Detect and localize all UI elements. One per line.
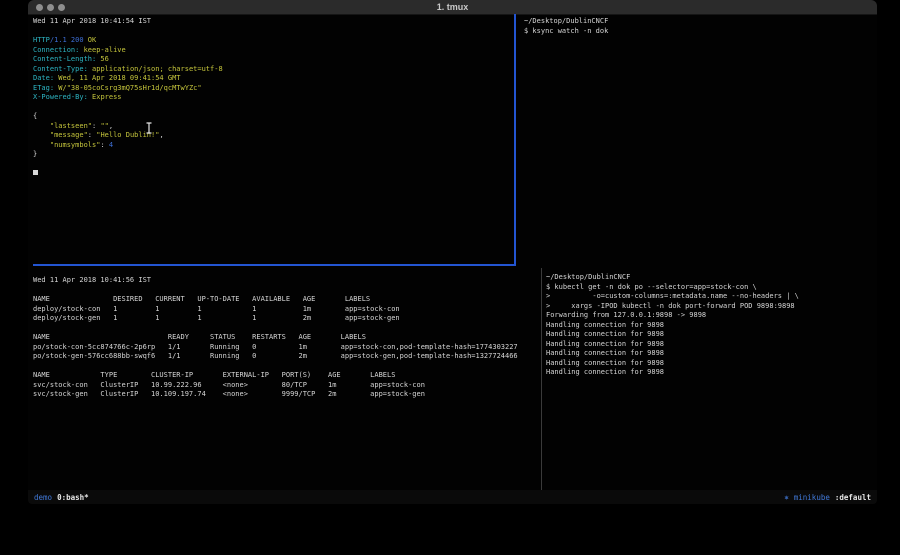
pane-bottom-right[interactable]: ~/Desktop/DublinCNCF$ kubectl get -n dok…: [546, 270, 877, 493]
table-row: po/stock-con-5cc874766c-2p6rp 1/1 Runnin…: [33, 343, 546, 353]
window-tab[interactable]: 0:bash*: [57, 493, 89, 502]
terminal-line: Connection: keep-alive: [33, 46, 519, 56]
terminal-line: Handling connection for 9898: [546, 330, 877, 340]
pane-divider-vertical[interactable]: [541, 268, 542, 490]
terminal-line: Forwarding from 127.0.0.1:9898 -> 9898: [546, 311, 877, 321]
terminal-line: HTTP/1.1 200 OK: [33, 36, 519, 46]
table-header-row: NAME READY STATUS RESTARTS AGE LABELS: [33, 333, 546, 343]
active-pane-divider-horizontal[interactable]: [33, 264, 516, 266]
table-row: svc/stock-con ClusterIP 10.99.222.96 <no…: [33, 381, 546, 391]
table-row: po/stock-gen-576cc688bb-swqf6 1/1 Runnin…: [33, 352, 546, 362]
pane-top-right[interactable]: ~/Desktop/DublinCNCF$ ksync watch -n dok: [520, 14, 877, 265]
helm-icon: ⎈: [784, 493, 789, 502]
terminal-line: "message": "Hello Dublin!",: [33, 131, 519, 141]
close-button[interactable]: [36, 4, 43, 11]
table-row: deploy/stock-gen 1 1 1 1 2m app=stock-ge…: [33, 314, 546, 324]
minimize-button[interactable]: [47, 4, 54, 11]
terminal-line: {: [33, 112, 519, 122]
tmux-session: Wed 11 Apr 2018 10:41:54 IST HTTP/1.1 20…: [28, 0, 877, 504]
terminal-line: Wed 11 Apr 2018 10:41:54 IST: [33, 17, 519, 27]
terminal-line: Handling connection for 9898: [546, 349, 877, 359]
terminal-line: [33, 103, 519, 113]
table-row: svc/stock-gen ClusterIP 10.109.197.74 <n…: [33, 390, 546, 400]
terminal-line: [33, 169, 519, 179]
tmux-status-bar: demo 0:bash* ⎈ minikube :default: [28, 490, 877, 504]
zoom-button[interactable]: [58, 4, 65, 11]
mouse-cursor-ibeam: [145, 122, 153, 134]
terminal-line: Handling connection for 9898: [546, 340, 877, 350]
terminal-line: [33, 324, 546, 334]
terminal-line: }: [33, 150, 519, 160]
terminal-line: [33, 286, 546, 296]
terminal-line: ~/Desktop/DublinCNCF: [524, 17, 877, 27]
terminal-line: $ kubectl get -n dok po --selector=app=s…: [546, 283, 877, 293]
table-row: deploy/stock-con 1 1 1 1 1m app=stock-co…: [33, 305, 546, 315]
terminal-line: Handling connection for 9898: [546, 321, 877, 331]
table-header-row: NAME DESIRED CURRENT UP-TO-DATE AVAILABL…: [33, 295, 546, 305]
terminal-line: $ ksync watch -n dok: [524, 27, 877, 37]
active-pane-divider-vertical[interactable]: [514, 14, 516, 264]
desktop: 1. tmux Wed 11 Apr 2018 10:41:54 IST HTT…: [0, 0, 900, 555]
terminal-line: "lastseen": "",: [33, 122, 519, 132]
table-header-row: NAME TYPE CLUSTER-IP EXTERNAL-IP PORT(S)…: [33, 371, 546, 381]
terminal-line: Content-Type: application/json; charset=…: [33, 65, 519, 75]
terminal-line: > xargs -IPOD kubectl -n dok port-forwar…: [546, 302, 877, 312]
kube-namespace: :default: [835, 493, 871, 502]
session-name: demo: [34, 493, 52, 502]
terminal-line: [33, 27, 519, 37]
terminal-line: > -o=custom-columns=:metadata.name --no-…: [546, 292, 877, 302]
terminal-line: Content-Length: 56: [33, 55, 519, 65]
terminal-line: Handling connection for 9898: [546, 359, 877, 369]
traffic-lights: [36, 4, 65, 11]
status-right: ⎈ minikube :default: [784, 493, 871, 502]
terminal-line: ETag: W/"38-05coCsrg3mQ75sHr1d/qcMTwYZc": [33, 84, 519, 94]
pane-bottom-left[interactable]: Wed 11 Apr 2018 10:41:56 IST NAME DESIRE…: [28, 270, 546, 496]
terminal-line: [33, 160, 519, 170]
terminal-line: [33, 362, 546, 372]
terminal-line: ~/Desktop/DublinCNCF: [546, 273, 877, 283]
terminal-window: 1. tmux Wed 11 Apr 2018 10:41:54 IST HTT…: [28, 0, 877, 504]
terminal-line: Date: Wed, 11 Apr 2018 09:41:54 GMT: [33, 74, 519, 84]
terminal-line: "numsymbols": 4: [33, 141, 519, 151]
kube-context: minikube: [794, 493, 830, 502]
terminal-cursor: [33, 170, 38, 175]
terminal-line: Handling connection for 9898: [546, 368, 877, 378]
terminal-line: Wed 11 Apr 2018 10:41:56 IST: [33, 276, 546, 286]
terminal-line: X-Powered-By: Express: [33, 93, 519, 103]
status-left: demo 0:bash*: [34, 493, 89, 502]
pane-top-left[interactable]: Wed 11 Apr 2018 10:41:54 IST HTTP/1.1 20…: [28, 14, 519, 265]
